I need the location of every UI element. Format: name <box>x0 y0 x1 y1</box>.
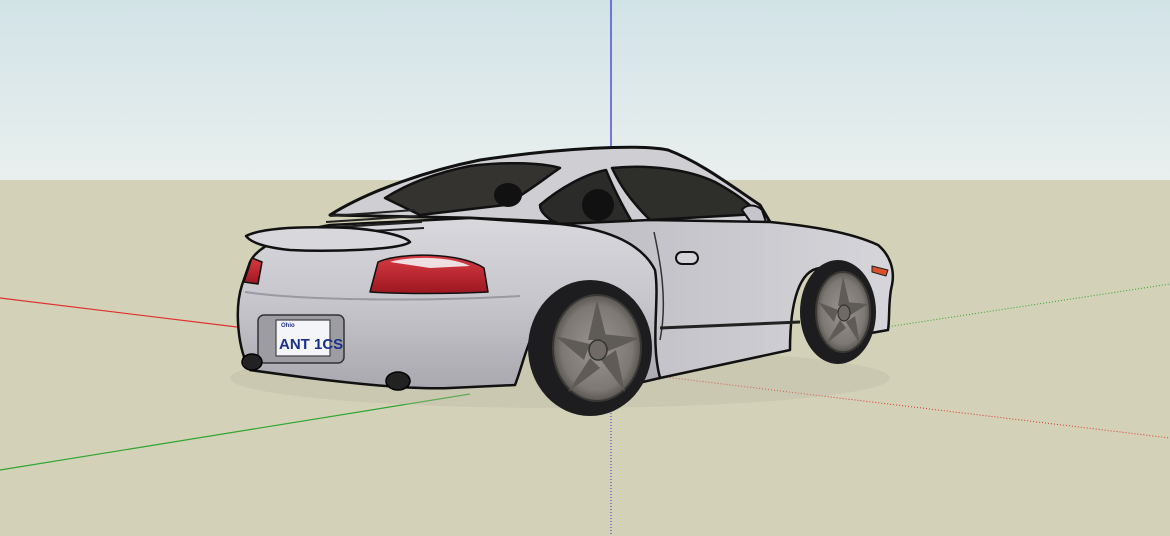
door-handle <box>675 251 699 265</box>
plate-number-text: ANT 1CS <box>279 336 343 353</box>
license-plate: Ohio ANT 1CS <box>257 314 345 364</box>
left-exhaust-pipe <box>241 353 263 371</box>
rear-wheel <box>528 280 652 416</box>
front-wheel <box>800 260 876 364</box>
seat-headrest <box>582 189 614 221</box>
seat-headrest <box>494 183 522 207</box>
3d-modeling-viewport[interactable]: Ohio ANT 1CS <box>0 0 1170 536</box>
right-exhaust-pipe <box>385 371 411 391</box>
scene-canvas[interactable]: Ohio ANT 1CS <box>0 0 1170 536</box>
plate-small-text: Ohio <box>281 323 295 329</box>
